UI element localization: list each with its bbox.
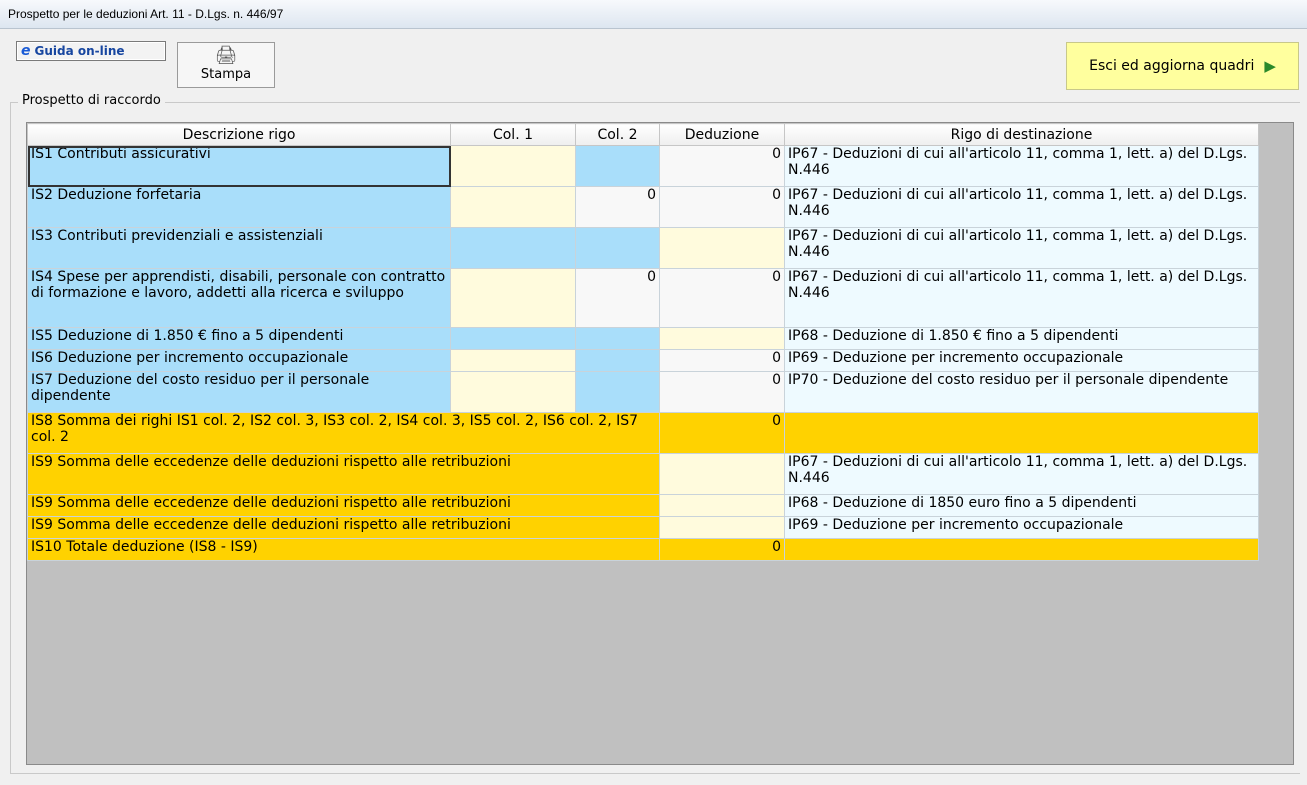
esci-label: Esci ed aggiorna quadri — [1089, 58, 1255, 74]
group-label: Prospetto di raccordo — [18, 93, 165, 108]
row-desc[interactable]: IS3 Contributi previdenziali e assistenz… — [27, 227, 451, 269]
sum-row: IS8 Somma dei righi IS1 col. 2, IS2 col.… — [27, 412, 1259, 454]
destinazione-cell[interactable]: IP67 - Deduzioni di cui all'articolo 11,… — [784, 227, 1259, 269]
sum-desc: IS9 Somma delle eccedenze delle deduzion… — [27, 453, 660, 495]
sum-desc: IS9 Somma delle eccedenze delle deduzion… — [27, 516, 660, 539]
sum-row: IS9 Somma delle eccedenze delle deduzion… — [27, 516, 1259, 539]
destinazione-cell[interactable]: IP67 - Deduzioni di cui all'articolo 11,… — [784, 268, 1259, 328]
sum-destinazione-cell[interactable]: IP67 - Deduzioni di cui all'articolo 11,… — [784, 453, 1259, 495]
header-col2[interactable]: Col. 2 — [575, 123, 660, 146]
col1-cell[interactable] — [450, 371, 576, 413]
deduzione-cell[interactable]: 0 — [659, 145, 785, 187]
deduzione-cell[interactable]: 0 — [659, 371, 785, 413]
stampa-label: Stampa — [200, 67, 252, 82]
table-row: IS5 Deduzione di 1.850 € fino a 5 dipend… — [27, 327, 1259, 350]
col2-cell[interactable] — [575, 145, 660, 187]
header-deduzione[interactable]: Deduzione — [659, 123, 785, 146]
sum-destinazione-cell — [784, 538, 1259, 561]
sum-deduzione-cell: 0 — [659, 538, 785, 561]
row-desc[interactable]: IS6 Deduzione per incremento occupaziona… — [27, 349, 451, 372]
destinazione-cell[interactable]: IP70 - Deduzione del costo residuo per i… — [784, 371, 1259, 413]
row-desc[interactable]: IS2 Deduzione forfetaria — [27, 186, 451, 228]
col2-cell[interactable]: 0 — [575, 268, 660, 328]
destinazione-cell[interactable]: IP68 - Deduzione di 1.850 € fino a 5 dip… — [784, 327, 1259, 350]
row-desc[interactable]: IS4 Spese per apprendisti, disabili, per… — [27, 268, 451, 328]
sum-desc: IS8 Somma dei righi IS1 col. 2, IS2 col.… — [27, 412, 660, 454]
ie-icon: e — [21, 43, 31, 59]
title-bar: Prospetto per le deduzioni Art. 11 - D.L… — [0, 0, 1307, 29]
sum-destinazione-cell[interactable]: IP69 - Deduzione per incremento occupazi… — [784, 516, 1259, 539]
sum-row: IS9 Somma delle eccedenze delle deduzion… — [27, 494, 1259, 517]
row-desc[interactable]: IS1 Contributi assicurativi — [27, 145, 451, 187]
sum-deduzione-cell[interactable] — [659, 453, 785, 495]
printer-icon: 🖨︎ — [214, 45, 238, 66]
sum-deduzione-cell: 0 — [659, 412, 785, 454]
sum-row: IS10 Totale deduzione (IS8 - IS9) 0 — [27, 538, 1259, 561]
col1-cell[interactable] — [450, 268, 576, 328]
sum-deduzione-cell[interactable] — [659, 516, 785, 539]
table-row: IS1 Contributi assicurativi 0 IP67 - Ded… — [27, 145, 1259, 187]
deduzione-cell[interactable] — [659, 227, 785, 269]
sum-desc: IS10 Totale deduzione (IS8 - IS9) — [27, 538, 660, 561]
data-grid: Descrizione rigo Col. 1 Col. 2 Deduzione… — [26, 122, 1294, 765]
stampa-button[interactable]: 🖨︎ Stampa — [177, 42, 275, 88]
raccordo-table: Descrizione rigo Col. 1 Col. 2 Deduzione… — [27, 123, 1259, 561]
col2-cell[interactable] — [575, 227, 660, 269]
sum-destinazione-cell[interactable]: IP68 - Deduzione di 1850 euro fino a 5 d… — [784, 494, 1259, 517]
col1-cell[interactable] — [450, 227, 576, 269]
destinazione-cell[interactable]: IP67 - Deduzioni di cui all'articolo 11,… — [784, 186, 1259, 228]
col2-cell[interactable] — [575, 349, 660, 372]
window-title: Prospetto per le deduzioni Art. 11 - D.L… — [8, 7, 284, 21]
col2-cell[interactable] — [575, 327, 660, 350]
header-descrizione[interactable]: Descrizione rigo — [27, 123, 451, 146]
deduzione-cell[interactable]: 0 — [659, 349, 785, 372]
table-row: IS7 Deduzione del costo residuo per il p… — [27, 371, 1259, 413]
destinazione-cell[interactable]: IP67 - Deduzioni di cui all'articolo 11,… — [784, 145, 1259, 187]
deduzione-cell[interactable]: 0 — [659, 268, 785, 328]
col1-cell[interactable] — [450, 327, 576, 350]
sum-deduzione-cell[interactable] — [659, 494, 785, 517]
guida-online-label: Guida on-line — [34, 44, 125, 58]
row-desc[interactable]: IS7 Deduzione del costo residuo per il p… — [27, 371, 451, 413]
exit-door-icon: ▶ — [1264, 57, 1276, 75]
guida-online-button[interactable]: e Guida on-line — [16, 41, 166, 61]
deduzione-cell[interactable]: 0 — [659, 186, 785, 228]
col1-cell[interactable] — [450, 145, 576, 187]
sum-desc: IS9 Somma delle eccedenze delle deduzion… — [27, 494, 660, 517]
row-desc[interactable]: IS5 Deduzione di 1.850 € fino a 5 dipend… — [27, 327, 451, 350]
col2-cell[interactable]: 0 — [575, 186, 660, 228]
table-row: IS4 Spese per apprendisti, disabili, per… — [27, 268, 1259, 328]
table-row: IS6 Deduzione per incremento occupaziona… — [27, 349, 1259, 372]
sum-destinazione-cell — [784, 412, 1259, 454]
col2-cell[interactable] — [575, 371, 660, 413]
table-row: IS2 Deduzione forfetaria 0 0 IP67 - Dedu… — [27, 186, 1259, 228]
header-destinazione[interactable]: Rigo di destinazione — [784, 123, 1259, 146]
esci-aggiorna-button[interactable]: Esci ed aggiorna quadri ▶ — [1066, 42, 1299, 90]
col1-cell[interactable] — [450, 186, 576, 228]
col1-cell[interactable] — [450, 349, 576, 372]
destinazione-cell[interactable]: IP69 - Deduzione per incremento occupazi… — [784, 349, 1259, 372]
table-row: IS3 Contributi previdenziali e assistenz… — [27, 227, 1259, 269]
header-col1[interactable]: Col. 1 — [450, 123, 576, 146]
deduzione-cell[interactable] — [659, 327, 785, 350]
sum-row: IS9 Somma delle eccedenze delle deduzion… — [27, 453, 1259, 495]
